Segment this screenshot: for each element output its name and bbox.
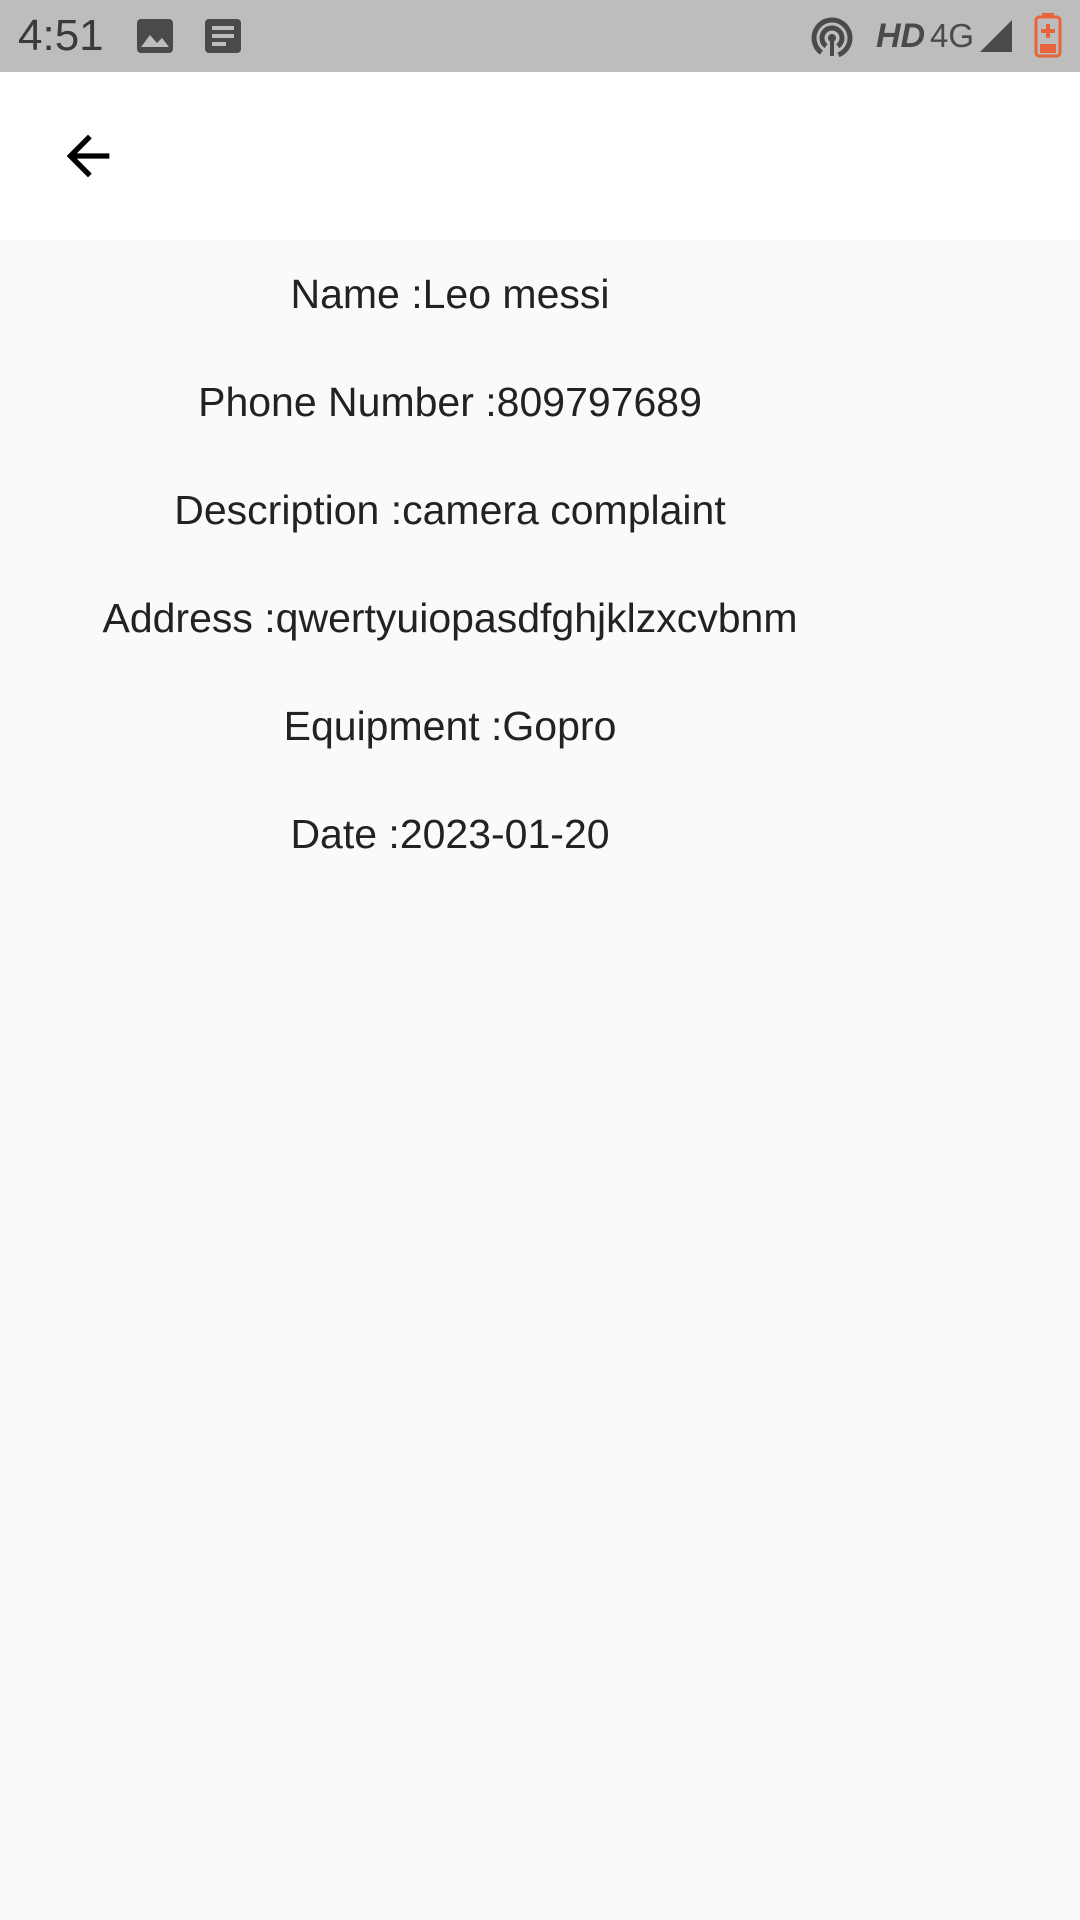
back-button[interactable] [40, 108, 136, 204]
phone-number-text: Phone Number :809797689 [198, 379, 702, 425]
equipment-text: Equipment :Gopro [283, 703, 617, 749]
status-bar: 4:51 HD 4G [0, 0, 1080, 72]
arrow-left-icon [66, 134, 110, 178]
name-text: Name :Leo messi [290, 271, 610, 317]
network-type-label: 4G [930, 17, 975, 54]
screen: 4:51 HD 4G Name:Leo messi Phone Number … [0, 0, 1080, 1920]
battery-icon [1034, 13, 1062, 58]
hd-label: HD [876, 17, 926, 55]
image-icon [137, 19, 173, 53]
status-time: 4:51 [18, 11, 104, 60]
description-text: Description :camera complaint [174, 487, 726, 533]
signal-icon [980, 20, 1012, 52]
date-text: Date :2023-01-20 [290, 811, 610, 857]
hotspot-icon [811, 17, 853, 59]
app-bar [0, 72, 1080, 240]
address-text: Address :qwertyuiopasdfghjklzxcvbnm [102, 595, 798, 641]
notes-icon [205, 19, 241, 53]
